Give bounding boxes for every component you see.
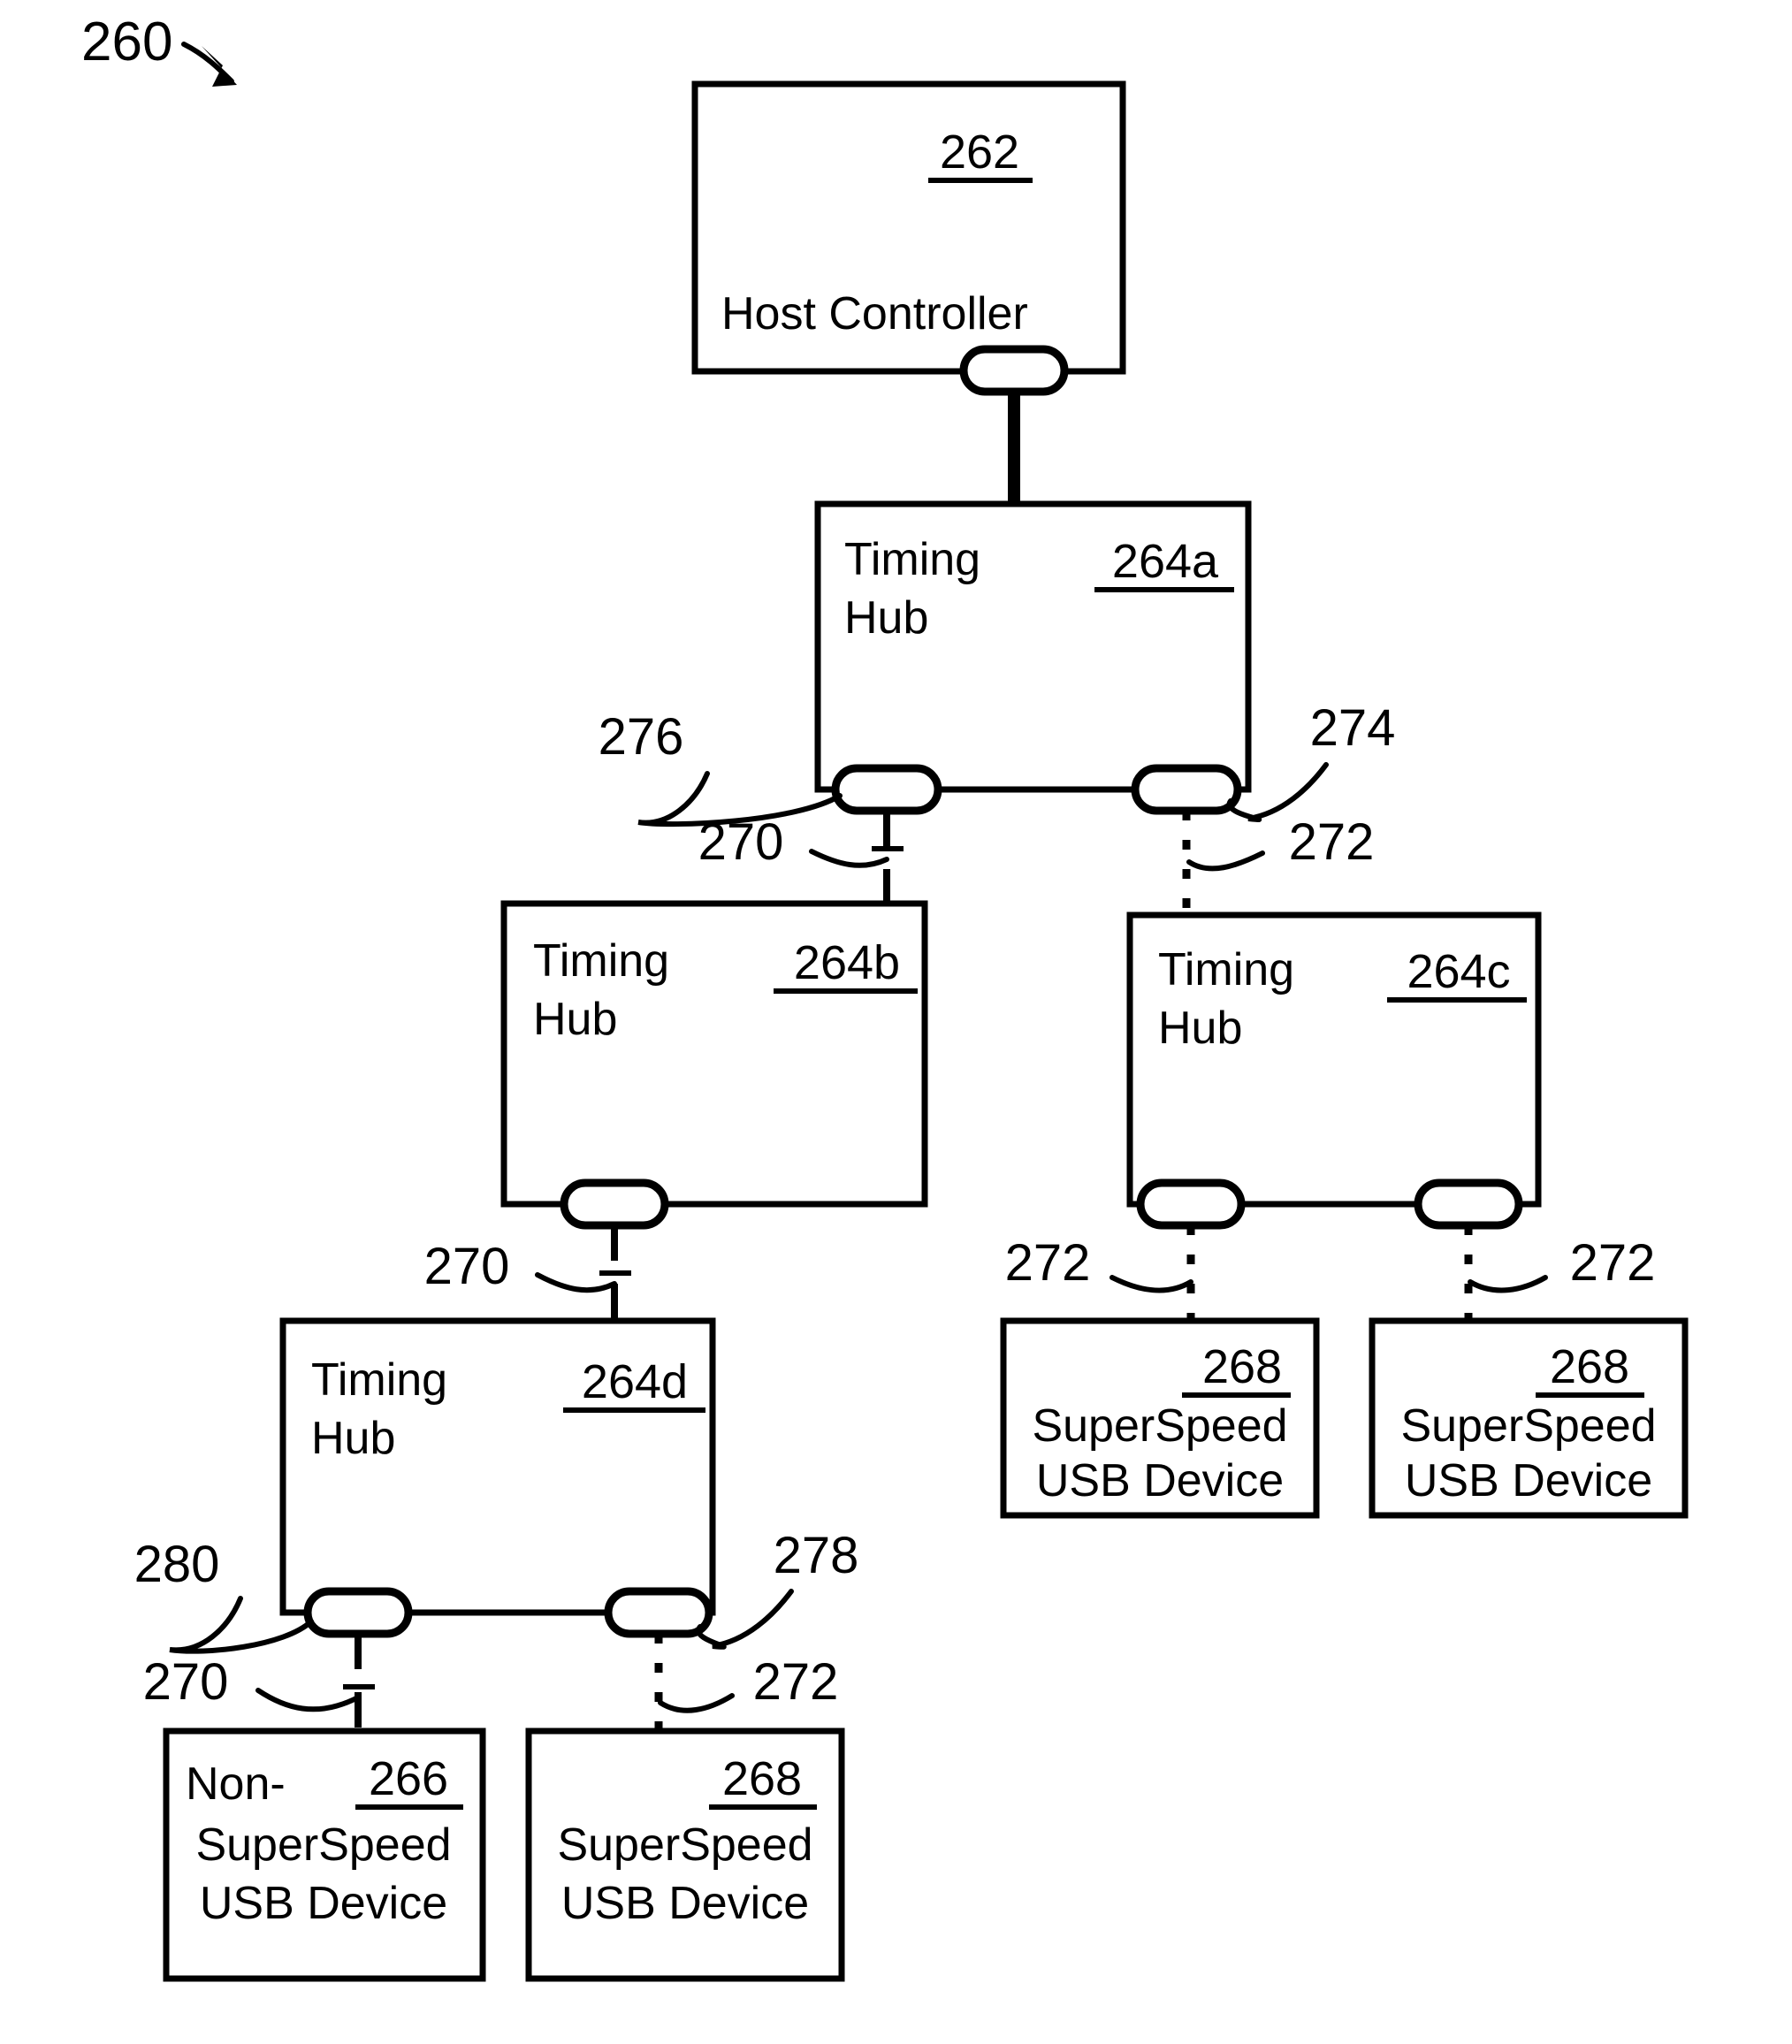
superspeed-device-c-right-node[interactable]: 268 SuperSpeed USB Device (1369, 1317, 1689, 1519)
non-superspeed-device-node[interactable]: Non- 266 SuperSpeed USB Device (163, 1727, 486, 1982)
callout-272-hubc-left-label: 272 (1005, 1234, 1091, 1292)
non-superspeed-device-title-line2: SuperSpeed (195, 1819, 451, 1871)
callout-278-label: 278 (774, 1527, 859, 1584)
timing-hub-b-ref: 264b (794, 936, 900, 989)
callout-270-upper-label: 270 (698, 813, 784, 871)
timing-hub-c-port-left[interactable] (1136, 1178, 1246, 1230)
callout-276-group: 276 (599, 708, 843, 828)
non-superspeed-device-title-line1: Non- (186, 1758, 286, 1810)
callout-278-group: 278 (696, 1527, 859, 1650)
non-superspeed-device-ref: 266 (369, 1752, 448, 1805)
timing-hub-a-title-line2: Hub (844, 592, 928, 644)
callout-270-upper-leader (809, 849, 889, 868)
host-controller-title: Host Controller (721, 288, 1028, 339)
callout-272-hubc-left-leader (1110, 1275, 1193, 1293)
timing-hub-d-port-right[interactable] (604, 1587, 713, 1638)
callout-272-lower-label: 272 (753, 1653, 839, 1711)
callout-270-middle-leader (535, 1272, 617, 1293)
superspeed-device-c-right-title-line1: SuperSpeed (1400, 1400, 1656, 1452)
callout-274-label: 274 (1310, 699, 1396, 757)
timing-hub-b-title-line1: Timing (533, 935, 669, 987)
callout-276-label: 276 (599, 708, 684, 766)
callout-272-upper-label: 272 (1289, 813, 1375, 871)
timing-hub-d-ref: 264d (582, 1355, 688, 1408)
timing-hub-a-port-left[interactable] (831, 764, 942, 815)
superspeed-device-c-right-title-line2: USB Device (1405, 1455, 1652, 1506)
timing-hub-a-port-right[interactable] (1131, 764, 1242, 815)
figure-number: 260 (81, 11, 172, 72)
superspeed-device-d-title-line2: USB Device (561, 1878, 809, 1929)
callout-280-label: 280 (134, 1536, 220, 1593)
superspeed-device-d-ref: 268 (722, 1752, 802, 1805)
timing-hub-a-node[interactable]: Timing Hub 264a (814, 500, 1252, 793)
timing-hub-c-title-line2: Hub (1158, 1003, 1242, 1054)
timing-hub-c-port-right[interactable] (1414, 1178, 1523, 1230)
callout-270-lower-label: 270 (143, 1653, 229, 1711)
callout-272-upper-group: 272 (1186, 813, 1375, 872)
callout-272-hubc-right-group: 272 (1468, 1234, 1656, 1293)
timing-hub-d-port-left[interactable] (303, 1587, 413, 1638)
timing-hub-d-title-line2: Hub (311, 1413, 395, 1464)
timing-hub-a-ref: 264a (1112, 535, 1219, 588)
callout-270-lower-group: 270 (143, 1653, 375, 1712)
callout-270-upper-group: 270 (698, 813, 904, 871)
host-controller-downstream-port[interactable] (959, 345, 1069, 396)
patent-figure-canvas: 260 262 Host Controller Timing Hub 264a … (0, 0, 1792, 2044)
timing-hub-c-node[interactable]: Timing Hub 264c (1126, 911, 1542, 1208)
callout-272-lower-group: 272 (658, 1653, 839, 1713)
superspeed-device-c-left-ref: 268 (1202, 1340, 1282, 1393)
timing-hub-b-node[interactable]: Timing Hub 264b (500, 900, 928, 1208)
host-controller-ref: 262 (940, 126, 1019, 179)
callout-270-lower-leader (255, 1688, 361, 1712)
timing-hub-c-ref: 264c (1407, 945, 1510, 998)
timing-hub-d-title-line1: Timing (311, 1354, 447, 1406)
timing-hub-b-port[interactable] (560, 1178, 669, 1230)
superspeed-device-c-left-node[interactable]: 268 SuperSpeed USB Device (1000, 1317, 1320, 1519)
diagram-svg: 260 262 Host Controller Timing Hub 264a … (81, 11, 1689, 1982)
timing-hub-b-title-line2: Hub (533, 994, 617, 1045)
callout-274-group: 274 (1226, 699, 1396, 823)
timing-hub-d-node[interactable]: Timing Hub 264d (279, 1317, 716, 1616)
host-controller-node[interactable]: 262 Host Controller (691, 80, 1126, 375)
superspeed-device-c-right-ref: 268 (1550, 1340, 1629, 1393)
callout-270-middle-label: 270 (424, 1238, 510, 1295)
callout-270-middle-group: 270 (424, 1238, 631, 1295)
superspeed-device-d-title-line1: SuperSpeed (557, 1819, 812, 1871)
callout-272-upper-leader (1186, 850, 1265, 872)
callout-272-lower-leader (658, 1693, 735, 1713)
figure-number-group: 260 (81, 11, 237, 87)
callout-272-hubc-right-label: 272 (1570, 1234, 1656, 1292)
callout-272-hubc-right-leader (1468, 1275, 1548, 1293)
timing-hub-c-title-line1: Timing (1158, 944, 1294, 995)
superspeed-device-d-node[interactable]: 268 SuperSpeed USB Device (525, 1727, 845, 1982)
timing-hub-a-title-line1: Timing (844, 534, 980, 585)
callout-272-hubc-left-group: 272 (1005, 1234, 1193, 1293)
non-superspeed-device-title-line3: USB Device (200, 1878, 447, 1929)
superspeed-device-c-left-title-line2: USB Device (1036, 1455, 1284, 1506)
superspeed-device-c-left-title-line1: SuperSpeed (1032, 1400, 1287, 1452)
